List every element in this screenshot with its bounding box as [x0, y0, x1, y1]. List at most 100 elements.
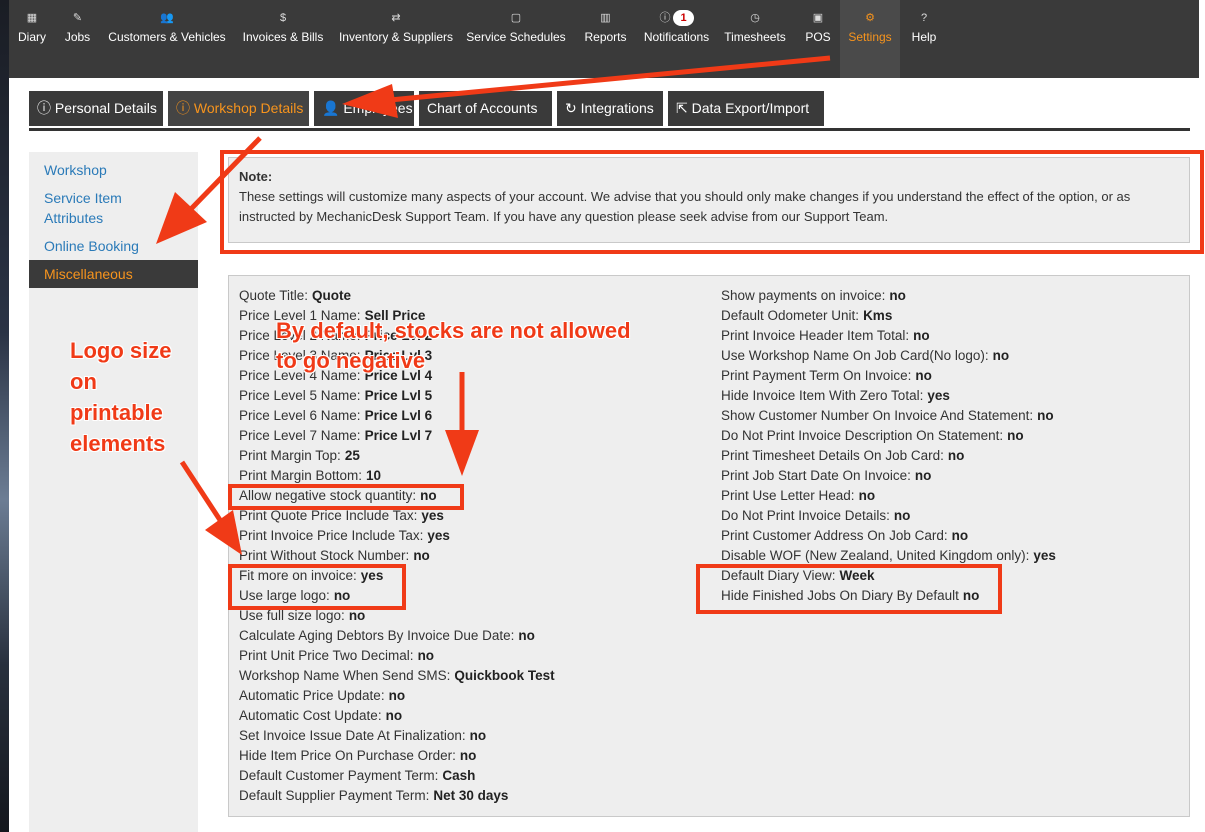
calendar-icon: ▦: [26, 12, 38, 24]
tab-data-export-import[interactable]: ⇱ Data Export/Import: [668, 91, 824, 126]
setting-row: Show Customer Number On Invoice And Stat…: [721, 406, 1056, 426]
setting-value: yes: [927, 388, 950, 403]
setting-row: Use Workshop Name On Job Card(No logo): n…: [721, 346, 1056, 366]
setting-label: Disable WOF (New Zealand, United Kingdom…: [721, 548, 1030, 563]
info-icon: ⓘ: [176, 100, 190, 116]
setting-label: Use Workshop Name On Job Card(No logo):: [721, 348, 989, 363]
nav-service-schedules[interactable]: ▢ Service Schedules: [460, 0, 572, 78]
setting-value: no: [947, 448, 965, 463]
retweet-icon: ⇄: [391, 12, 401, 24]
sidebar-item-service-item-attributes[interactable]: Service Item Attributes: [29, 184, 149, 232]
setting-label: Do Not Print Invoice Description On Stat…: [721, 428, 1004, 443]
top-navigation: ▦ Diary ✎ Jobs 👥 Customers & Vehicles $ Invo…: [9, 0, 1199, 78]
setting-row: Workshop Name When Send SMS: Quickbook Te…: [239, 666, 555, 686]
setting-label: Hide Item Price On Purchase Order:: [239, 748, 456, 763]
setting-row: Do Not Print Invoice Description On Stat…: [721, 426, 1056, 446]
setting-value: yes: [421, 508, 444, 523]
setting-row: Print Timesheet Details On Job Card: no: [721, 446, 1056, 466]
cogs-icon: ⚙: [865, 12, 875, 24]
setting-label: Default Supplier Payment Term:: [239, 788, 430, 803]
tab-personal-details[interactable]: ⓘ Personal Details: [29, 91, 163, 126]
setting-label: Use full size logo:: [239, 608, 345, 623]
bar-chart-icon: ▥: [600, 12, 611, 24]
setting-value: 10: [366, 468, 382, 483]
setting-label: Print Job Start Date On Invoice:: [721, 468, 911, 483]
setting-value: no: [893, 508, 911, 523]
nav-inventory-suppliers[interactable]: ⇄ Inventory & Suppliers: [332, 0, 460, 78]
setting-row: Hide Invoice Item With Zero Total: yes: [721, 386, 1056, 406]
sidebar-item-workshop[interactable]: Workshop: [29, 156, 198, 184]
setting-label: Price Level 6 Name:: [239, 408, 361, 423]
setting-label: Show Customer Number On Invoice And Stat…: [721, 408, 1034, 423]
tab-chart-of-accounts[interactable]: Chart of Accounts: [419, 91, 552, 126]
clock-icon: ◷: [750, 12, 760, 24]
setting-value: Price Lvl 7: [364, 428, 433, 443]
setting-row: Default Customer Payment Term: Cash: [239, 766, 555, 786]
setting-label: Automatic Price Update:: [239, 688, 385, 703]
notification-badge: 1: [673, 10, 694, 26]
setting-row: Calculate Aging Debtors By Invoice Due D…: [239, 626, 555, 646]
setting-row: Price Level 7 Name: Price Lvl 7: [239, 426, 555, 446]
nav-customers-vehicles[interactable]: 👥 Customers & Vehicles: [100, 0, 234, 78]
setting-value: no: [469, 728, 487, 743]
setting-label: Print Invoice Header Item Total:: [721, 328, 910, 343]
setting-value: no: [1037, 408, 1054, 423]
tab-integrations[interactable]: ↻ Integrations: [557, 91, 663, 126]
setting-label: Calculate Aging Debtors By Invoice Due D…: [239, 628, 515, 643]
setting-row: Automatic Price Update: no: [239, 686, 555, 706]
tab-employees[interactable]: 👤 Employees: [314, 91, 414, 126]
setting-label: Show payments on invoice:: [721, 288, 886, 303]
setting-label: Workshop Name When Send SMS:: [239, 668, 451, 683]
nav-reports[interactable]: ▥ Reports: [572, 0, 639, 78]
setting-label: Automatic Cost Update:: [239, 708, 382, 723]
wrench-icon: ✎: [72, 12, 83, 24]
setting-label: Default Customer Payment Term:: [239, 768, 439, 783]
setting-label: Print Timesheet Details On Job Card:: [721, 448, 944, 463]
nav-help[interactable]: ? Help: [900, 0, 948, 78]
setting-row: Show payments on invoice: no: [721, 286, 1056, 306]
setting-label: Quote Title:: [239, 288, 309, 303]
nav-settings[interactable]: ⚙ Settings: [840, 0, 900, 78]
setting-row: Price Level 6 Name: Price Lvl 6: [239, 406, 555, 426]
setting-row: Set Invoice Issue Date At Finalization: n…: [239, 726, 555, 746]
annotation-stocks-line1: By default, stocks are not allowed: [276, 318, 631, 343]
setting-row: Print Without Stock Number: no: [239, 546, 555, 566]
question-icon: ?: [920, 12, 928, 24]
setting-value: Net 30 days: [433, 788, 509, 803]
setting-value: Cash: [442, 768, 476, 783]
nav-invoices-bills[interactable]: $ Invoices & Bills: [234, 0, 332, 78]
setting-value: Kms: [863, 308, 893, 323]
sidebar-item-online-booking[interactable]: Online Booking: [29, 232, 198, 260]
annotation-stocks-line2: to go negative: [276, 348, 426, 373]
setting-row: Price Level 5 Name: Price Lvl 5: [239, 386, 555, 406]
setting-label: Hide Invoice Item With Zero Total:: [721, 388, 924, 403]
setting-value: Price Lvl 6: [364, 408, 433, 423]
user-icon: 👤: [322, 100, 340, 116]
setting-value: no: [459, 748, 477, 763]
setting-value: yes: [427, 528, 450, 543]
setting-row: Print Payment Term On Invoice: no: [721, 366, 1056, 386]
setting-label: Default Odometer Unit:: [721, 308, 860, 323]
annotation-logo-line3: printable: [70, 400, 163, 425]
setting-row: Print Unit Price Two Decimal: no: [239, 646, 555, 666]
setting-label: Set Invoice Issue Date At Finalization:: [239, 728, 466, 743]
setting-value: no: [992, 348, 1010, 363]
nav-jobs[interactable]: ✎ Jobs: [55, 0, 100, 78]
sidebar-item-miscellaneous[interactable]: Miscellaneous: [29, 260, 198, 288]
setting-value: yes: [1033, 548, 1056, 563]
setting-row: Print Use Letter Head: no: [721, 486, 1056, 506]
annotation-box-logo: [228, 564, 406, 610]
setting-row: Print Margin Top: 25: [239, 446, 555, 466]
settings-right-column: Show payments on invoice: no Default Odome…: [721, 286, 1056, 606]
nav-timesheets[interactable]: ◷ Timesheets: [714, 0, 796, 78]
nav-pos[interactable]: ▣ POS: [796, 0, 840, 78]
setting-value: no: [417, 648, 435, 663]
tab-workshop-details[interactable]: ⓘ Workshop Details: [168, 91, 309, 126]
setting-label: Price Level 5 Name:: [239, 388, 361, 403]
dollar-icon: $: [279, 12, 287, 24]
annotation-box-diary: [696, 564, 1002, 614]
setting-value: no: [858, 488, 876, 503]
setting-label: Print Use Letter Head:: [721, 488, 855, 503]
nav-diary[interactable]: ▦ Diary: [9, 0, 55, 78]
nav-notifications[interactable]: ⓘ 1 Notifications: [639, 0, 714, 78]
